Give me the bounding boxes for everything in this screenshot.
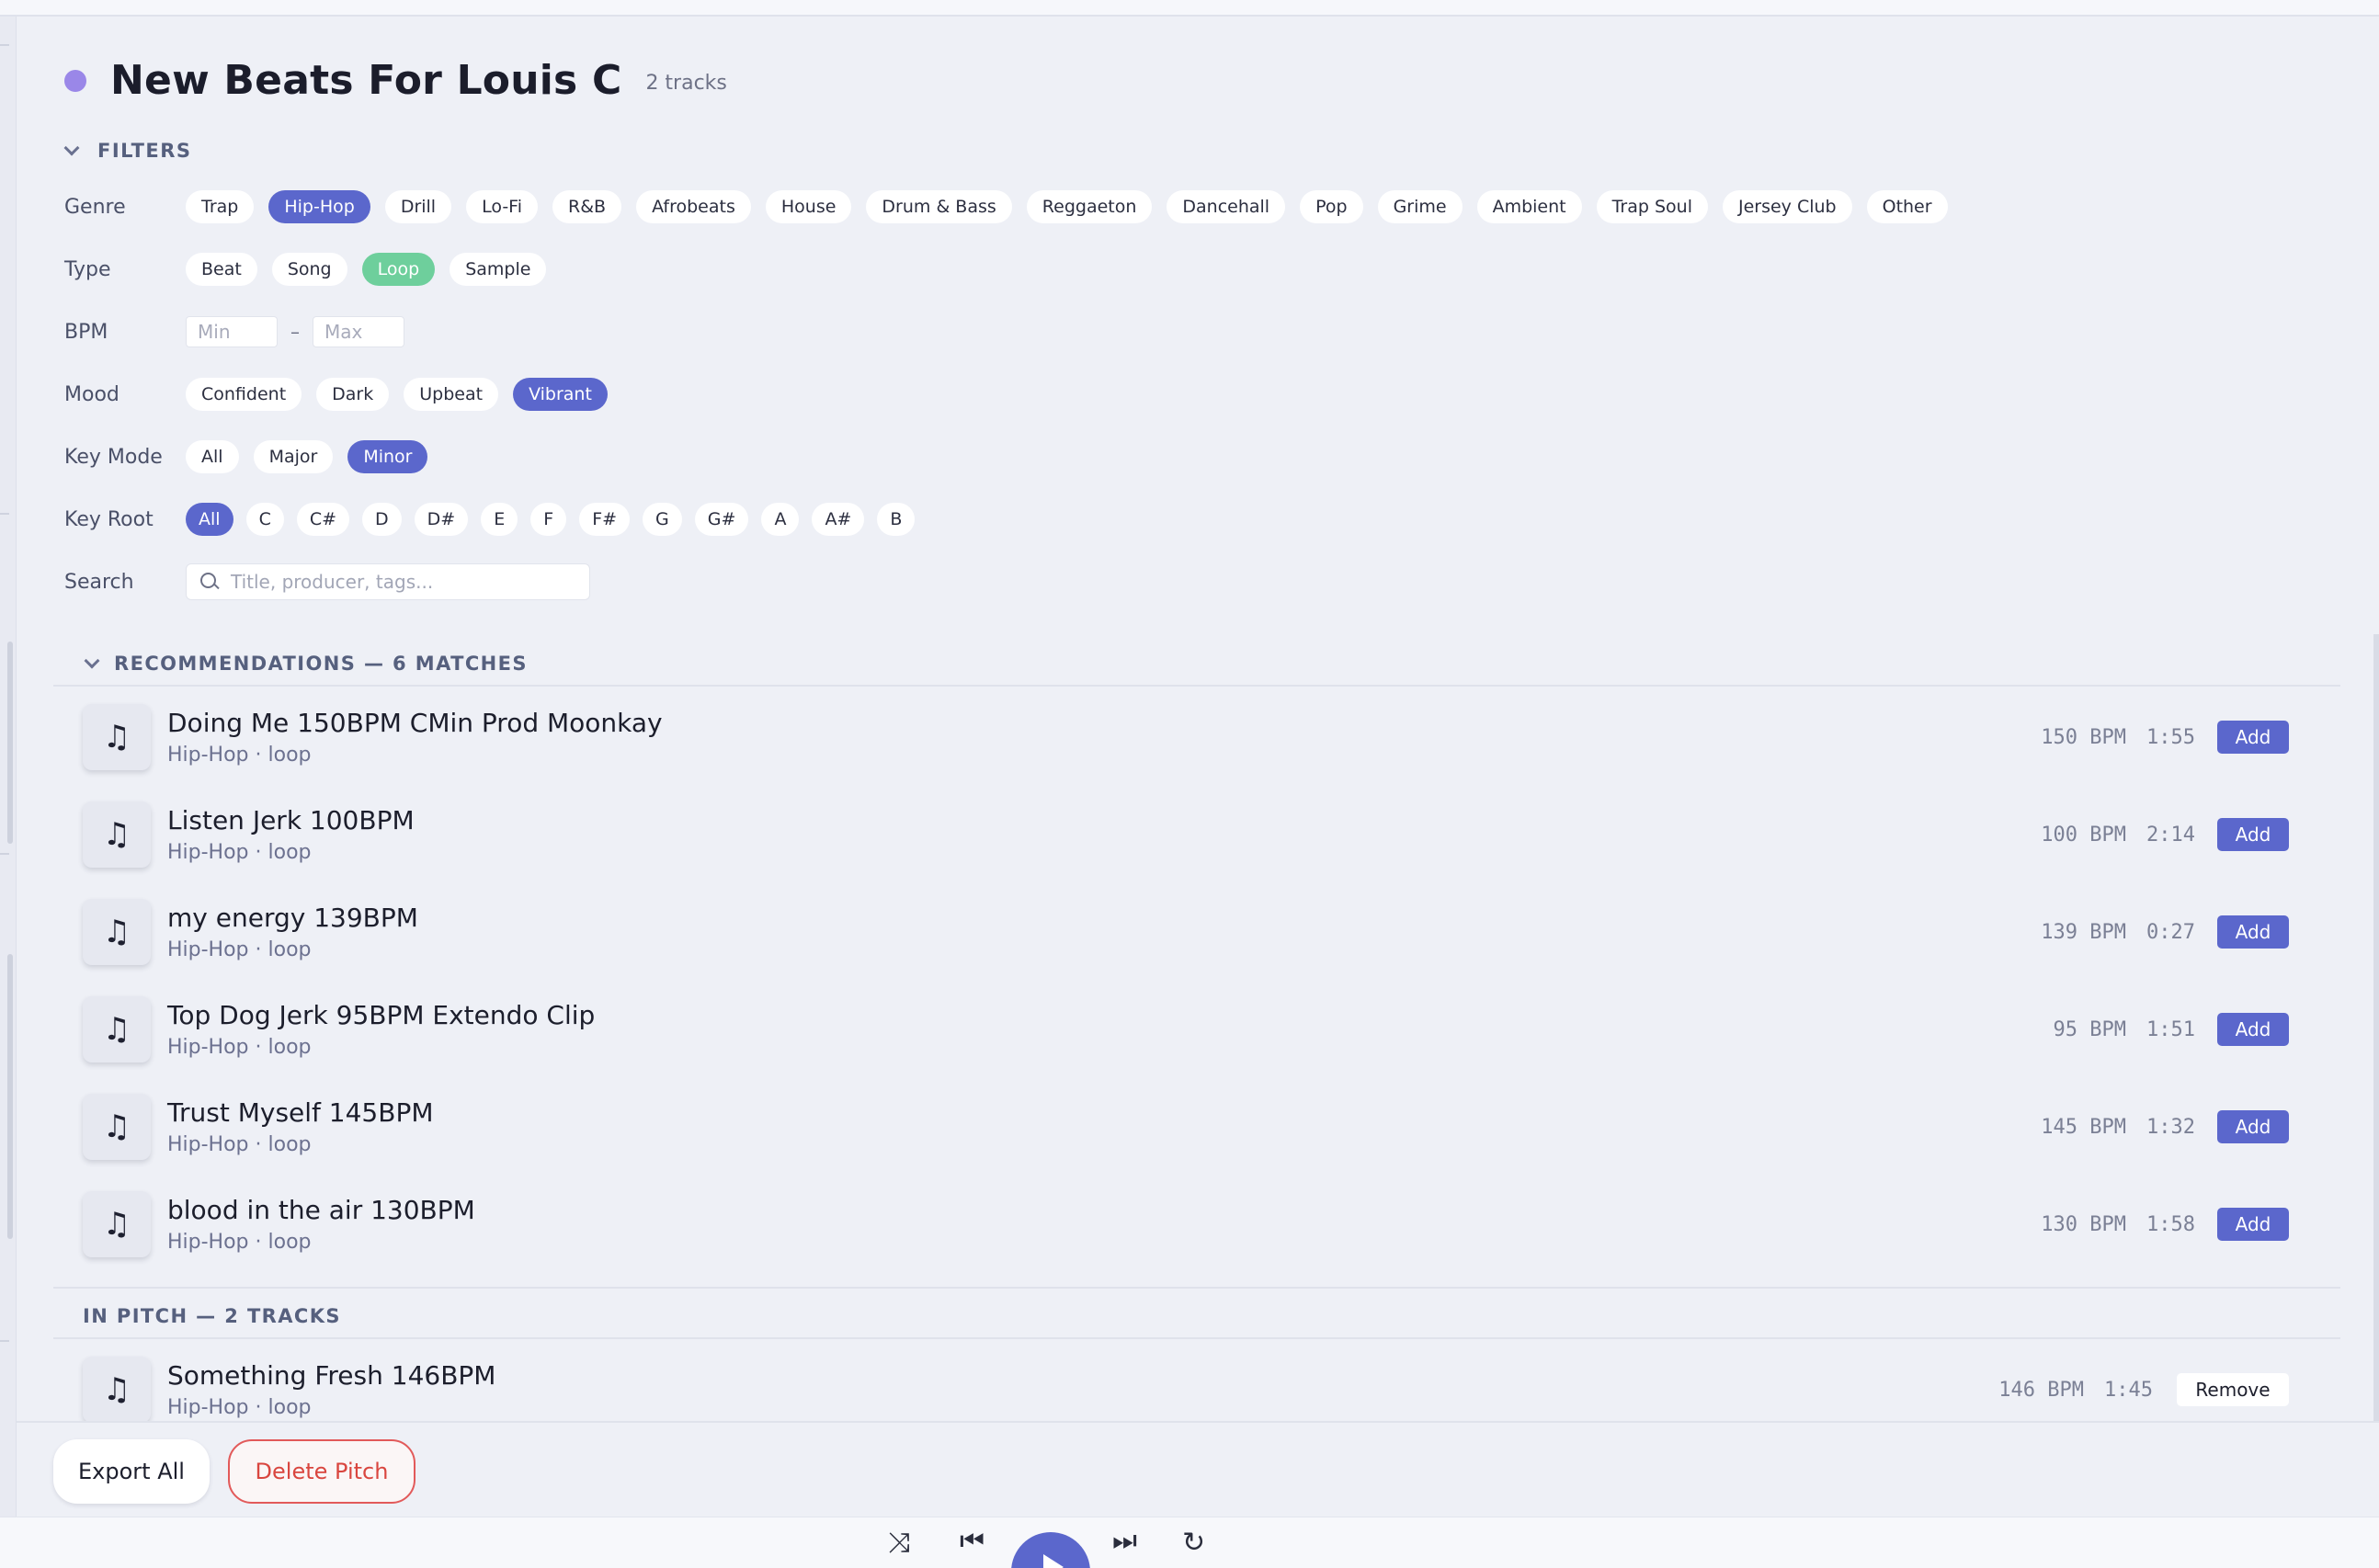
- pitch-actions: Export All Delete Pitch: [17, 1421, 2379, 1517]
- next-icon[interactable]: ⏭: [1112, 1525, 1137, 1557]
- track-meta: Hip-Hop · loop: [167, 1396, 312, 1419]
- track-info: Something Fresh 146BPM Hip-Hop · loop: [167, 1360, 1998, 1419]
- track-stats: 146 BPM 1:45: [1998, 1379, 2153, 1402]
- track-row[interactable]: ♫ Something Fresh 146BPM Hip-Hop · loop 146…: [83, 1355, 2289, 1421]
- track-duration: 1:45: [2104, 1378, 2153, 1402]
- repeat-icon[interactable]: ↻: [1182, 1527, 1205, 1559]
- play-button[interactable]: [1011, 1532, 1090, 1568]
- previous-icon[interactable]: ⏮: [960, 1525, 985, 1557]
- track-bpm: 146 BPM: [1998, 1378, 2085, 1402]
- remove-track-button[interactable]: Remove: [2177, 1373, 2289, 1406]
- export-all-button[interactable]: Export All: [53, 1439, 210, 1504]
- music-note-icon: ♫: [83, 1357, 151, 1421]
- delete-pitch-button[interactable]: Delete Pitch: [228, 1439, 415, 1504]
- player-bar: ⤨ ⏮ ⏭ ↻: [0, 1517, 2379, 1568]
- in-pitch-list: ♫ Something Fresh 146BPM Hip-Hop · loop 146…: [0, 0, 2379, 1421]
- shuffle-icon[interactable]: ⤨: [888, 1527, 910, 1559]
- track-title: Something Fresh 146BPM: [167, 1360, 496, 1391]
